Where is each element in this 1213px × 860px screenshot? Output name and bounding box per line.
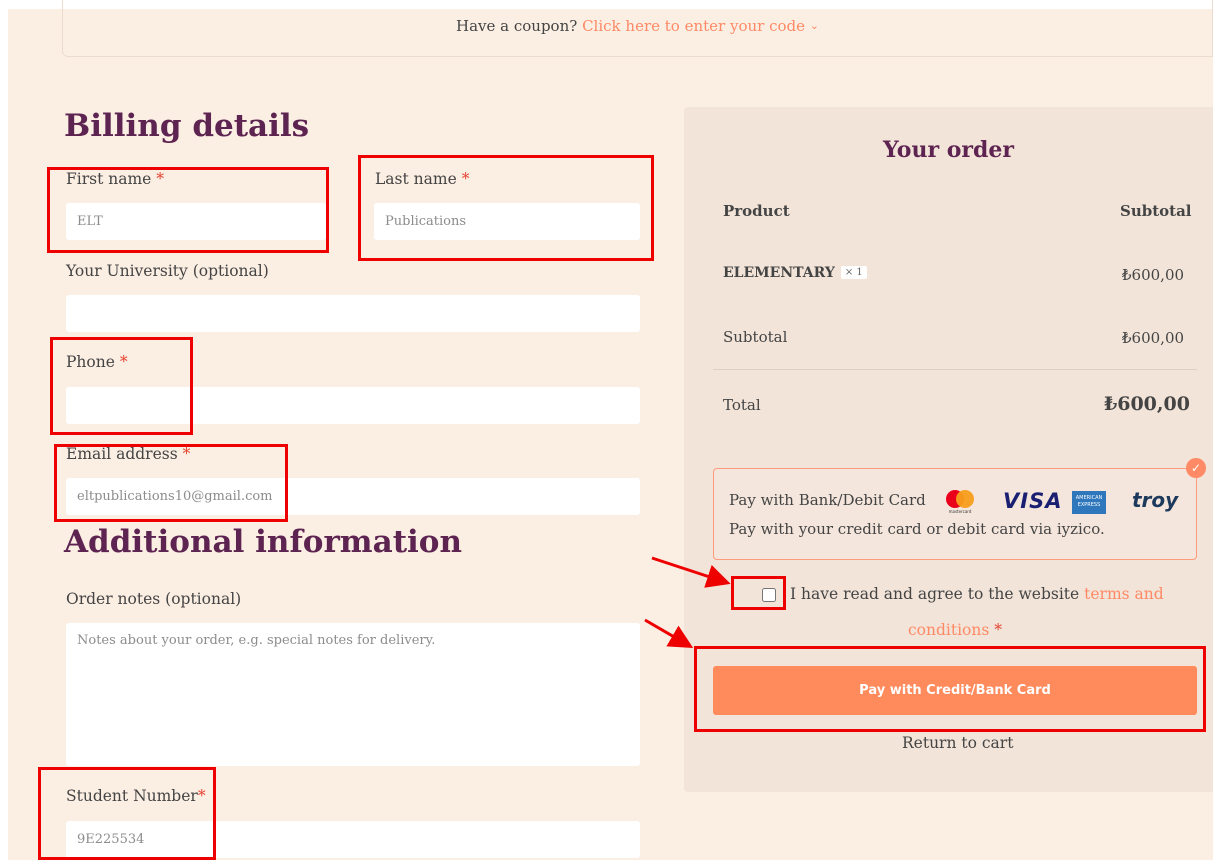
annotation-box-email	[54, 444, 288, 522]
check-icon: ✓	[1186, 458, 1206, 478]
svg-text:mastercard: mastercard	[949, 509, 972, 514]
coupon-prompt: Have a coupon?	[456, 17, 578, 35]
chevron-down-icon[interactable]: ⌄	[810, 19, 819, 32]
order-divider	[713, 369, 1197, 370]
item-name: ELEMENTARY	[723, 265, 835, 281]
subtotal-value: ₺600,00	[1122, 329, 1185, 347]
annotation-box-first-name	[47, 167, 329, 253]
annotation-box-pay-button	[694, 646, 1206, 732]
item-qty-badge: × 1	[840, 266, 867, 279]
subtotal-label: Subtotal	[723, 328, 788, 346]
annotation-box-phone	[50, 337, 193, 435]
payment-method-label: Pay with Bank/Debit Card	[729, 491, 926, 509]
total-value: ₺600,00	[1104, 393, 1190, 415]
visa-logo-icon: VISA	[1003, 489, 1063, 513]
amex-logo-icon: AMERICAN EXPRESS	[1072, 491, 1106, 514]
return-to-cart-link[interactable]: Return to cart	[902, 734, 1013, 752]
payment-description: Pay with your credit card or debit card …	[729, 520, 1105, 538]
annotation-box-last-name	[358, 155, 654, 261]
billing-heading: Billing details	[64, 108, 310, 144]
mastercard-logo-icon: mastercard	[946, 490, 974, 514]
order-notes-textarea[interactable]: Notes about your order, e.g. special not…	[66, 623, 640, 766]
terms-link-part1[interactable]: terms and	[1084, 585, 1164, 603]
coupon-notice: Have a coupon? Click here to enter your …	[62, 0, 1213, 57]
troy-logo-icon: troy	[1132, 488, 1179, 512]
product-column-header: Product	[723, 202, 790, 220]
annotation-box-student-number	[38, 767, 216, 860]
coupon-link[interactable]: Click here to enter your code	[582, 17, 805, 35]
terms-text-line2: conditions *	[908, 621, 1003, 639]
annotation-box-terms-checkbox	[731, 576, 786, 610]
order-item: ELEMENTARY × 1	[723, 265, 867, 281]
order-heading: Your order	[883, 137, 1014, 163]
terms-link-part2[interactable]: conditions	[908, 621, 989, 639]
order-notes-label: Order notes (optional)	[66, 590, 242, 608]
item-price: ₺600,00	[1122, 266, 1185, 284]
university-input[interactable]	[66, 295, 640, 332]
additional-heading: Additional information	[64, 524, 463, 560]
terms-text: I have read and agree to the website ter…	[790, 585, 1164, 603]
total-label: Total	[723, 396, 761, 414]
subtotal-column-header: Subtotal	[1120, 202, 1192, 220]
university-label: Your University (optional)	[66, 262, 269, 280]
